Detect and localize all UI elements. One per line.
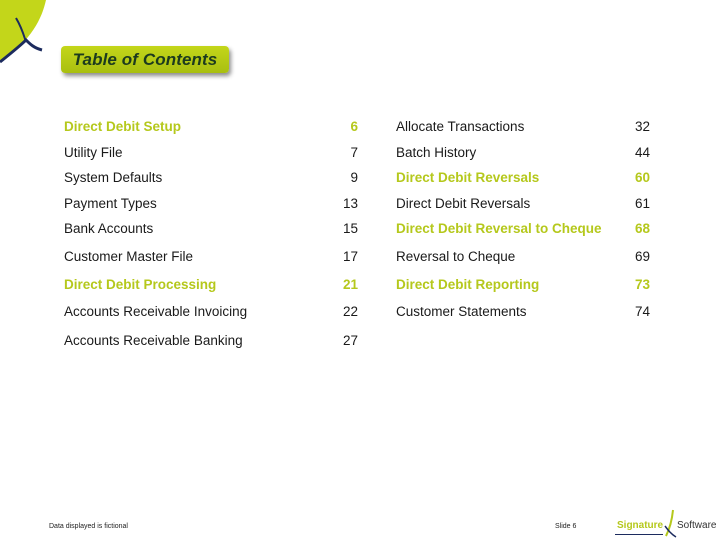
toc-entry-label: Direct Debit Processing bbox=[64, 277, 217, 292]
toc-entry-label: Allocate Transactions bbox=[396, 119, 525, 134]
toc-entry-label: Payment Types bbox=[64, 196, 157, 211]
toc-entry-page: 27 bbox=[342, 333, 358, 348]
brand-software-text: Software bbox=[677, 520, 717, 531]
toc-entry-page: 15 bbox=[342, 221, 358, 236]
toc-entry-page: 44 bbox=[634, 145, 650, 160]
toc-entry-page: 32 bbox=[634, 119, 650, 134]
brand-x-mark-icon bbox=[664, 509, 677, 538]
toc-entry-page: 21 bbox=[342, 277, 358, 292]
toc-entry-label: System Defaults bbox=[64, 170, 163, 185]
toc-entry-page: 61 bbox=[634, 196, 650, 211]
signature-software-logo-icon: Signature Software bbox=[615, 508, 720, 540]
toc-entry-label: Batch History bbox=[396, 145, 477, 160]
toc-entry-page: 74 bbox=[634, 304, 650, 319]
brand-underline bbox=[615, 534, 663, 535]
toc-entry-page: 17 bbox=[342, 249, 358, 264]
toc-entry-label: Direct Debit Reversals bbox=[396, 170, 540, 185]
toc-entry-page: 6 bbox=[350, 119, 358, 134]
toc-entry-page: 22 bbox=[342, 304, 358, 319]
toc-entry-page: 60 bbox=[634, 170, 650, 185]
toc-entry-label: Direct Debit Reporting bbox=[396, 277, 540, 292]
toc-entry-label: Customer Statements bbox=[396, 304, 527, 319]
toc-entry-page: 68 bbox=[634, 221, 650, 236]
toc-entry-label: Accounts Receivable Banking bbox=[64, 333, 243, 348]
fictional-data-note: Data displayed is fictional bbox=[49, 523, 128, 530]
toc-entry-page: 73 bbox=[634, 277, 650, 292]
toc-entry-page: 7 bbox=[350, 145, 358, 160]
toc-entry-label: Accounts Receivable Invoicing bbox=[64, 304, 248, 319]
toc-entry-page: 9 bbox=[350, 170, 358, 185]
toc-entry-page: 13 bbox=[342, 196, 358, 211]
slide-number: Slide 6 bbox=[555, 523, 577, 530]
signature-x-logo-icon bbox=[0, 0, 46, 64]
toc-entry-label: Utility File bbox=[64, 145, 123, 160]
table-of-contents-badge: Table of Contents bbox=[61, 46, 229, 73]
toc-entry-page: 69 bbox=[634, 249, 650, 264]
toc-entry-label: Customer Master File bbox=[64, 249, 194, 264]
toc-entry-label: Reversal to Cheque bbox=[396, 249, 516, 264]
toc-entry-label: Direct Debit Reversal to Cheque bbox=[396, 221, 602, 236]
page-title: Table of Contents bbox=[72, 49, 218, 69]
brand-signature-text: Signature bbox=[617, 520, 664, 531]
toc-entry-label: Direct Debit Setup bbox=[64, 119, 182, 134]
toc-entry-label: Bank Accounts bbox=[64, 221, 154, 236]
toc-entry-label: Direct Debit Reversals bbox=[396, 196, 531, 211]
